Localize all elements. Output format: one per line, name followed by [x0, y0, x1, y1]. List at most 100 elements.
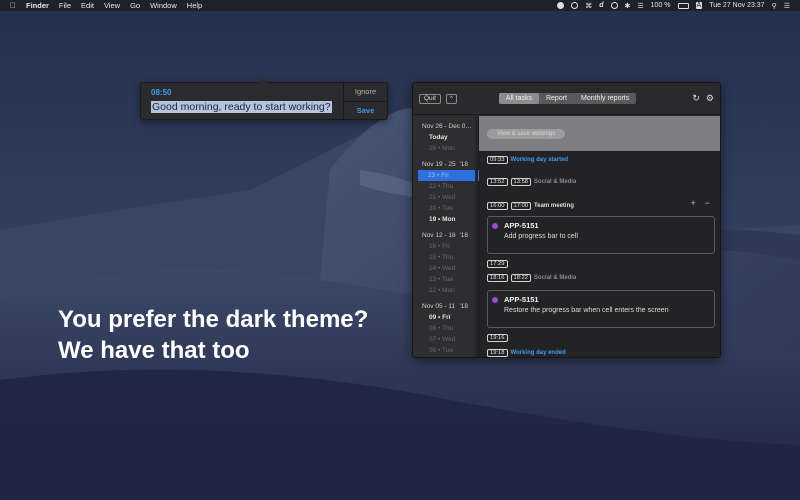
- app-window: Quit ^ All tasks Report Monthly reports …: [412, 82, 721, 358]
- timeline-entry: 19:16: [487, 334, 511, 342]
- week-header: Nov 12 - 18'18: [413, 230, 478, 241]
- time-box[interactable]: 18:16: [487, 274, 508, 282]
- gear-icon[interactable]: ⚙: [706, 93, 714, 104]
- reminder-actions: Ignore Save: [343, 83, 387, 119]
- sidebar-day[interactable]: 19 • Mon: [413, 214, 478, 225]
- sidebar-scrollbar[interactable]: [475, 116, 478, 357]
- time-box[interactable]: 17:29: [487, 260, 508, 268]
- globe-icon[interactable]: [571, 2, 579, 9]
- timeline-entry: 13:52 13:58 Social & Media: [487, 178, 576, 186]
- time-box[interactable]: 13:58: [510, 178, 532, 186]
- apple-icon[interactable]: : [10, 1, 18, 10]
- spotlight-icon[interactable]: ⚲: [772, 2, 777, 10]
- battery-percent[interactable]: 100 %: [651, 2, 671, 9]
- menu-app-name[interactable]: Finder: [26, 1, 49, 10]
- task-code: APP-5151: [504, 295, 539, 304]
- reminder-popup: 08:50 Good morning, ready to start worki…: [140, 78, 388, 120]
- view-save-worklogs-button[interactable]: View & save worklogs: [487, 128, 566, 139]
- bluetooth-icon[interactable]: ✱: [625, 2, 631, 10]
- collapse-button[interactable]: ^: [445, 93, 457, 104]
- tab-all-tasks[interactable]: All tasks: [498, 93, 539, 104]
- sidebar-day[interactable]: 14 • Wed: [413, 263, 478, 274]
- remove-icon[interactable]: −: [705, 198, 710, 208]
- timeline-entry: 09:33 Working day started: [487, 156, 568, 164]
- toolbar: Quit ^ All tasks Report Monthly reports …: [413, 83, 720, 115]
- tab-report[interactable]: Report: [539, 93, 574, 104]
- date-sidebar: Nov 26 - Dec 0… Today 26 • Mon Nov 19 - …: [413, 116, 479, 357]
- reminder-message-input[interactable]: Good morning, ready to start working?: [151, 101, 332, 113]
- entry-label: Working day started: [510, 157, 569, 163]
- entry-label: Working day ended: [510, 350, 566, 356]
- sidebar-day-selected[interactable]: 23 • Fri: [418, 170, 479, 181]
- quit-button[interactable]: Quit: [419, 93, 441, 104]
- task-card[interactable]: APP-5151 Add progress bar to cell: [487, 216, 715, 254]
- time-box[interactable]: 16:00: [487, 202, 508, 210]
- time-box[interactable]: 18:22: [510, 274, 532, 282]
- timeline: View & save worklogs 09:33 Working day s…: [479, 116, 720, 357]
- worklog-app-icon[interactable]: [557, 2, 565, 9]
- entry-label: Social & Media: [534, 179, 577, 185]
- sidebar-day[interactable]: 07 • Wed: [413, 334, 478, 345]
- menu-help[interactable]: Help: [187, 1, 202, 10]
- battery-icon[interactable]: [677, 2, 689, 9]
- time-box[interactable]: 19:18: [487, 349, 508, 357]
- week-range: Nov 19 - 25: [422, 161, 456, 168]
- task-color-dot: [492, 297, 498, 303]
- task-description: Add progress bar to cell: [504, 233, 578, 240]
- menu-bar:  Finder File Edit View Go Window Help ⌘…: [0, 0, 800, 11]
- time-box[interactable]: 09:33: [487, 156, 508, 164]
- time-box[interactable]: 13:52: [487, 178, 508, 186]
- sidebar-day[interactable]: 21 • Wed: [413, 192, 478, 203]
- sidebar-day[interactable]: 20 • Tue: [413, 203, 478, 214]
- notification-center-icon[interactable]: ☰: [784, 2, 790, 10]
- sidebar-day[interactable]: 08 • Thu: [413, 323, 478, 334]
- menu-view[interactable]: View: [104, 1, 120, 10]
- command-icon[interactable]: ⌘: [585, 2, 592, 10]
- time-machine-icon[interactable]: [610, 2, 618, 9]
- sidebar-day[interactable]: 26 • Mon: [413, 143, 478, 154]
- entry-controls: + −: [690, 198, 710, 208]
- sidebar-day[interactable]: 13 • Tue: [413, 274, 478, 285]
- menu-go[interactable]: Go: [130, 1, 140, 10]
- sidebar-day[interactable]: 06 • Tue: [413, 345, 478, 356]
- week-header: Nov 19 - 25'18: [413, 159, 478, 170]
- entry-label: Team meeting: [534, 203, 574, 209]
- save-button[interactable]: Save: [344, 102, 387, 120]
- week-range: Nov 05 - 11: [422, 303, 456, 310]
- worklog-header: View & save worklogs: [479, 116, 720, 151]
- week-range: Nov 26 - Dec 0…: [422, 123, 472, 130]
- menu-edit[interactable]: Edit: [81, 1, 94, 10]
- sidebar-day[interactable]: 15 • Thu: [413, 252, 478, 263]
- week-range: Nov 12 - 18: [422, 232, 456, 239]
- promo-line-1: You prefer the dark theme?: [58, 306, 369, 333]
- time-box[interactable]: 17:00: [510, 202, 532, 210]
- sidebar-day[interactable]: 09 • Fri: [413, 312, 478, 323]
- timeline-entry: 17:29: [487, 260, 511, 268]
- sidebar-day-today[interactable]: Today: [413, 132, 478, 143]
- task-card[interactable]: APP-5151 Restore the progress bar when c…: [487, 290, 715, 328]
- refresh-icon[interactable]: ↻: [692, 93, 700, 104]
- menu-window[interactable]: Window: [150, 1, 177, 10]
- tab-monthly-reports[interactable]: Monthly reports: [574, 93, 636, 104]
- reminder-body: 08:50 Good morning, ready to start worki…: [141, 83, 343, 119]
- menu-file[interactable]: File: [59, 1, 71, 10]
- input-source-icon[interactable]: A: [695, 2, 703, 9]
- timeline-entry: 19:18 Working day ended: [487, 349, 566, 357]
- timeline-entry: 18:16 18:22 Social & Media: [487, 274, 576, 282]
- week-header: Nov 05 - 11'18: [413, 301, 478, 312]
- dictionary-icon[interactable]: d: [599, 2, 603, 9]
- clock[interactable]: Tue 27 Nov 23:37: [709, 2, 764, 9]
- wifi-icon[interactable]: ☰: [637, 2, 643, 10]
- popup-caret: [258, 78, 268, 83]
- sidebar-day[interactable]: 12 • Mon: [413, 285, 478, 296]
- task-code: APP-5151: [504, 221, 539, 230]
- week-header: Nov 26 - Dec 0…: [413, 121, 478, 132]
- time-box[interactable]: 19:16: [487, 334, 508, 342]
- sidebar-day[interactable]: 16 • Fri: [413, 241, 478, 252]
- sidebar-day[interactable]: 22 • Thu: [413, 181, 478, 192]
- view-tabs: All tasks Report Monthly reports: [498, 93, 637, 104]
- reminder-time: 08:50: [151, 88, 172, 97]
- promo-headline: You prefer the dark theme? We have that …: [58, 304, 368, 366]
- add-icon[interactable]: +: [690, 198, 695, 208]
- ignore-button[interactable]: Ignore: [344, 83, 387, 102]
